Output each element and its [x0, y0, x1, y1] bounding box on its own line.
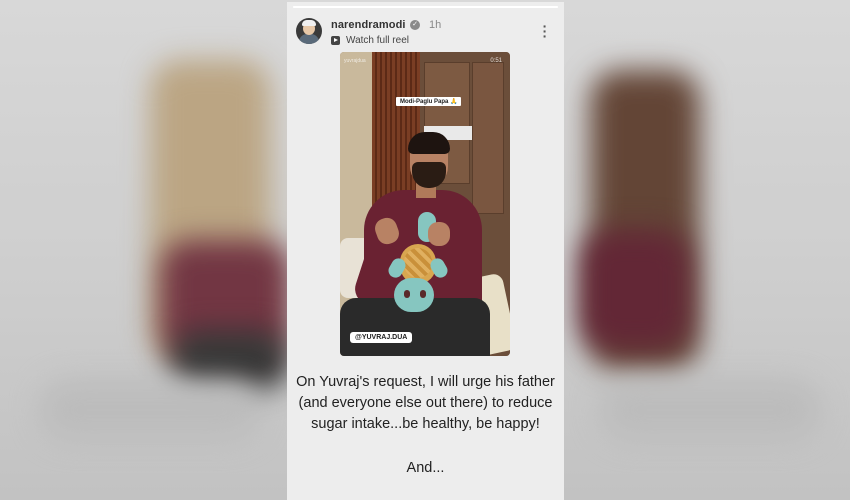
reel-video-thumbnail[interactable]: yuvrajdua 0:51 Modi-Paglu Papa 🙏 @YUVRAJ… — [340, 52, 510, 356]
video-creator-handle[interactable]: @YUVRAJ.DUA — [350, 332, 413, 343]
username[interactable]: narendramodi — [331, 19, 406, 31]
story-card[interactable]: narendramodi ✓ 1h Watch full reel ··· — [287, 2, 564, 500]
story-progress-fill — [293, 6, 558, 8]
story-progress-bar — [293, 6, 558, 8]
video-timecode: 0:51 — [490, 58, 502, 64]
story-caption-continuation: And... — [406, 460, 445, 476]
story-caption: On Yuvraj's request, I will urge his fat… — [296, 374, 555, 432]
verified-badge-icon: ✓ — [410, 20, 420, 30]
more-vertical-icon[interactable]: · · · — [538, 19, 552, 43]
story-header: narendramodi ✓ 1h Watch full reel · · · — [287, 12, 564, 52]
watch-full-reel-label: Watch full reel — [346, 35, 409, 46]
avatar[interactable] — [296, 18, 322, 44]
video-overlay-tag: Modi-Paglu Papa 🙏 — [396, 97, 462, 106]
reel-icon — [331, 36, 340, 45]
video-watermark: yuvrajdua — [344, 58, 366, 64]
story-time: 1h — [429, 19, 442, 31]
